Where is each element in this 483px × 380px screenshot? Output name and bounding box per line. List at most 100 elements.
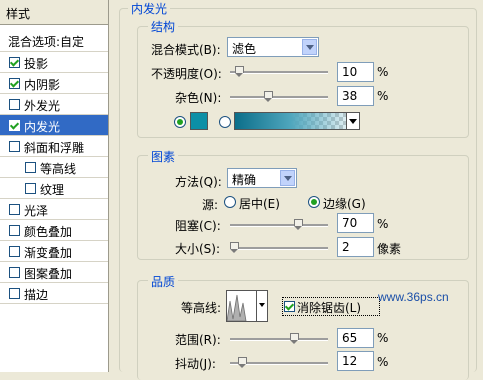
noise-slider[interactable]: [230, 91, 328, 102]
sidebar-item[interactable]: 颜色叠加: [0, 220, 108, 241]
noise-slider-thumb[interactable]: [264, 91, 273, 102]
sidebar-item-checkbox[interactable]: [9, 246, 20, 257]
chevron-down-icon[interactable]: [302, 39, 317, 55]
sidebar-item[interactable]: 图案叠加: [0, 262, 108, 283]
method-value: 精确: [232, 173, 257, 187]
sidebar-item-checkbox[interactable]: [9, 99, 20, 110]
opacity-slider[interactable]: [230, 66, 328, 77]
styles-header: 样式: [0, 0, 108, 25]
contour-curve-icon: [227, 294, 247, 321]
sidebar-item-label: 投影: [24, 57, 49, 71]
sidebar-item-label: 外发光: [24, 99, 61, 113]
sidebar-item-label: 渐变叠加: [24, 246, 73, 260]
sidebar-item-checkbox[interactable]: [9, 267, 20, 278]
sidebar-item[interactable]: 内发光: [0, 115, 108, 136]
jitter-slider[interactable]: [230, 357, 328, 368]
gradient-dropdown[interactable]: [346, 113, 359, 129]
sidebar-item-label: 描边: [24, 288, 49, 302]
chevron-down-icon[interactable]: [259, 303, 265, 307]
sidebar-item-checkbox[interactable]: [9, 204, 20, 215]
choke-slider-thumb[interactable]: [294, 219, 303, 230]
source-center-radio[interactable]: [224, 196, 236, 208]
noise-value: 38: [342, 89, 358, 103]
sidebar-item-label: 内阴影: [24, 78, 61, 92]
antialias-label[interactable]: 消除锯齿(L): [297, 299, 361, 316]
range-label: 范围(R):: [175, 333, 221, 347]
blend-mode-value: 滤色: [232, 42, 257, 56]
chevron-down-icon: [349, 119, 357, 124]
gradient-radio[interactable]: [219, 116, 231, 128]
range-slider[interactable]: [230, 333, 328, 344]
quality-legend: 品质: [148, 273, 179, 290]
method-select[interactable]: 精确: [227, 168, 297, 188]
sidebar-item-checkbox[interactable]: [25, 162, 36, 173]
sidebar-item[interactable]: 混合选项:自定: [0, 30, 108, 52]
sidebar-item[interactable]: 斜面和浮雕: [0, 136, 108, 157]
glow-gradient-swatch[interactable]: [234, 112, 360, 130]
sidebar-item-checkbox[interactable]: [9, 141, 20, 152]
sidebar-item-label: 等高线: [40, 162, 77, 176]
noise-label: 杂色(N):: [175, 91, 222, 105]
range-value: 65: [342, 331, 358, 345]
choke-label: 阻塞(C):: [175, 219, 221, 233]
styles-header-label: 样式: [6, 7, 31, 21]
sidebar-item-checkbox[interactable]: [9, 225, 20, 236]
sidebar-item-checkbox[interactable]: [25, 183, 36, 194]
sidebar-item[interactable]: 投影: [0, 52, 108, 73]
contour-divider: [256, 291, 257, 321]
noise-unit: %: [377, 89, 389, 103]
jitter-label: 抖动(J):: [175, 357, 216, 371]
contour-label: 等高线:: [181, 301, 222, 315]
size-slider[interactable]: [230, 242, 328, 253]
sidebar-item[interactable]: 纹理: [0, 178, 108, 199]
sidebar-item-label: 内发光: [24, 120, 61, 134]
opacity-unit: %: [377, 65, 389, 79]
jitter-input[interactable]: 12: [337, 351, 374, 371]
sidebar-item-checkbox[interactable]: [9, 288, 20, 299]
choke-value: 70: [342, 216, 358, 230]
color-radio[interactable]: [174, 116, 186, 128]
contour-picker[interactable]: [226, 290, 268, 322]
sidebar-item[interactable]: 等高线: [0, 157, 108, 178]
choke-unit: %: [377, 217, 389, 231]
sidebar-item[interactable]: 内阴影: [0, 73, 108, 94]
opacity-slider-thumb[interactable]: [235, 66, 244, 77]
glow-color-swatch[interactable]: [190, 112, 208, 130]
jitter-value: 12: [342, 354, 358, 368]
styles-list: 样式 混合选项:自定投影内阴影外发光内发光斜面和浮雕等高线纹理 光泽 颜色叠加渐变叠…: [0, 0, 109, 372]
source-label: 源:: [202, 198, 219, 212]
source-edge-label[interactable]: 边缘(G): [323, 195, 366, 212]
sidebar-item[interactable]: 光泽: [0, 199, 108, 220]
size-input[interactable]: 2: [337, 237, 374, 257]
sidebar-item-checkbox[interactable]: [9, 78, 20, 89]
sidebar-item[interactable]: 描边: [0, 283, 108, 304]
elements-legend: 图素: [148, 148, 179, 165]
opacity-input[interactable]: 10: [337, 62, 374, 82]
chevron-down-icon[interactable]: [280, 170, 295, 186]
range-slider-thumb[interactable]: [290, 333, 299, 344]
size-value: 2: [342, 240, 350, 254]
source-edge-radio[interactable]: [308, 196, 320, 208]
sidebar-item-label: 图案叠加: [24, 267, 73, 281]
blend-mode-label: 混合模式(B):: [151, 43, 221, 57]
jitter-slider-thumb[interactable]: [238, 357, 247, 368]
range-input[interactable]: 65: [337, 328, 374, 348]
choke-input[interactable]: 70: [337, 213, 374, 233]
sidebar-item-checkbox[interactable]: [9, 120, 20, 131]
range-unit: %: [377, 331, 389, 345]
size-unit: 像素: [377, 242, 402, 256]
blend-mode-select[interactable]: 滤色: [227, 37, 319, 57]
size-slider-thumb[interactable]: [230, 242, 239, 253]
sidebar-item[interactable]: 外发光: [0, 94, 108, 115]
sidebar-item-checkbox[interactable]: [9, 57, 20, 68]
antialias-checkbox[interactable]: [284, 301, 295, 312]
sidebar-item[interactable]: 渐变叠加: [0, 241, 108, 262]
opacity-label: 不透明度(O):: [151, 67, 222, 81]
noise-input[interactable]: 38: [337, 86, 374, 106]
method-label: 方法(Q):: [175, 175, 222, 189]
source-center-label[interactable]: 居中(E): [239, 195, 280, 212]
watermark-text: www.36ps.cn: [378, 290, 449, 304]
panel-title: 内发光: [128, 0, 171, 17]
choke-slider[interactable]: [230, 219, 328, 230]
sidebar-item-label: 斜面和浮雕: [24, 141, 85, 155]
